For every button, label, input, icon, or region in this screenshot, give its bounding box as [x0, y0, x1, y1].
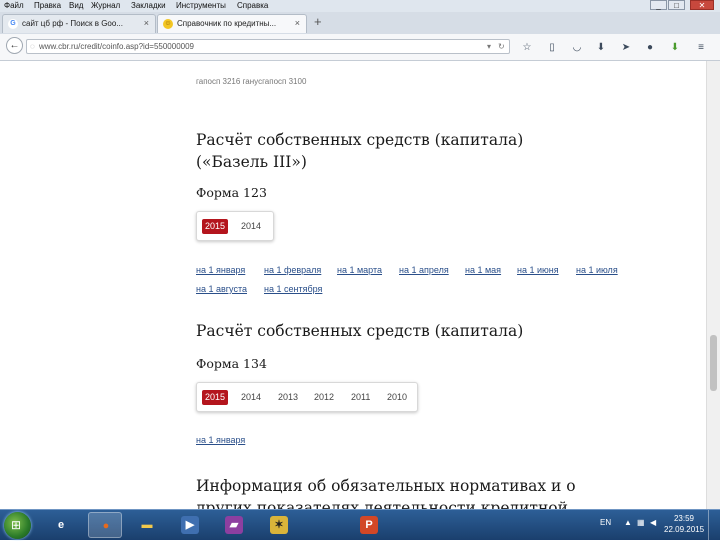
taskbar-paint[interactable]: ✶ [262, 512, 296, 538]
folder-icon: ▬ [141, 519, 153, 531]
year-tab-2015[interactable]: 2015 [202, 219, 229, 234]
google-icon: G [8, 19, 18, 29]
year-tab-2012[interactable]: 2012 [311, 390, 337, 405]
send-icon[interactable]: ➤ [619, 41, 633, 54]
powerpoint-icon: P [360, 516, 378, 534]
year-tab-2011[interactable]: 2011 [348, 390, 373, 405]
date-link[interactable]: на 1 марта [337, 264, 382, 276]
start-button[interactable]: ⊞ [4, 512, 31, 539]
language-indicator[interactable]: EN [600, 518, 611, 528]
clock[interactable]: 23:59 22.09.2015 [664, 513, 704, 535]
menu-tools[interactable]: Инструменты [176, 0, 226, 11]
tray-arrow-icon[interactable]: ▲ [624, 518, 632, 528]
taskbar-explorer[interactable]: ▬ [130, 512, 164, 538]
clock-date: 22.09.2015 [664, 525, 705, 534]
year-tab-2015[interactable]: 2015 [202, 390, 229, 405]
new-tab-button[interactable]: + [314, 14, 322, 30]
taskbar-firefox[interactable]: ● [88, 512, 122, 538]
menu-history[interactable]: Журнал [91, 0, 120, 11]
site-favicon-icon: ☺ [163, 19, 173, 29]
globe-icon: ◌ [30, 42, 35, 51]
ie-icon: e [57, 519, 65, 531]
url-bar[interactable]: ◌ www.cbr.ru/credit/coinfo.asp?id=550000… [26, 39, 510, 54]
date-link[interactable]: на 1 апреля [399, 264, 449, 276]
firefox-icon: ● [102, 520, 110, 532]
back-icon[interactable]: ← [6, 37, 23, 54]
faded-top-text: гапосп 3216 ганусгапосп 3100 [196, 77, 307, 86]
form-134-label: Форма 134 [196, 356, 267, 371]
date-link[interactable]: на 1 июля [576, 264, 618, 276]
tab-google-search[interactable]: G сайт цб рф - Поиск в Goo... × [2, 14, 156, 33]
vertical-scrollbar[interactable] [706, 61, 720, 509]
menu-icon[interactable]: ≡ [694, 41, 708, 54]
clipboard-icon[interactable]: ▯ [545, 41, 559, 54]
taskbar-powerpoint[interactable]: P [352, 512, 386, 538]
section-title-capital: Расчёт собственных средств (капитала) [196, 322, 524, 340]
section-title-basel-line1: Расчёт собственных средств (капитала) [196, 131, 524, 149]
scrollbar-thumb[interactable] [710, 335, 717, 391]
network-icon[interactable]: ▦ [637, 518, 645, 528]
year-tab-2013[interactable]: 2013 [275, 390, 301, 405]
tab-strip: G сайт цб рф - Поиск в Goo... × ☺ Справо… [0, 12, 720, 35]
windows-logo-icon: ⊞ [11, 518, 22, 532]
date-link[interactable]: на 1 января [196, 264, 245, 276]
menu-edit[interactable]: Правка [34, 0, 61, 11]
paint-icon: ✶ [270, 516, 288, 534]
tab-title: сайт цб рф - Поиск в Goo... [22, 19, 123, 28]
section-title-norms-line1: Информация об обязательных нормативах и … [196, 477, 576, 495]
navigation-bar: ← ◌ www.cbr.ru/credit/coinfo.asp?id=5500… [0, 34, 720, 61]
download-icon[interactable]: ⬇ [594, 41, 608, 54]
bookmark-star-icon[interactable]: ☆ [520, 41, 534, 54]
date-link[interactable]: на 1 февраля [264, 264, 321, 276]
year-selector-form-134: 2015 2014 2013 2012 2011 2010 [196, 382, 418, 412]
download-arrow-icon[interactable]: ⬇ [668, 41, 682, 54]
dropdown-icon[interactable]: ▾ [487, 41, 491, 53]
taskbar-ie[interactable]: e [44, 512, 78, 538]
close-tab-icon[interactable]: × [295, 18, 300, 29]
page-content: гапосп 3216 ганусгапосп 3100 Расчёт собс… [0, 61, 706, 509]
reload-icon[interactable]: ↻ [498, 41, 505, 53]
menu-bookmarks[interactable]: Закладки [131, 0, 166, 11]
section-title-basel-line2: («Базель III») [196, 153, 307, 171]
volume-icon[interactable]: ◀ [650, 518, 656, 528]
taskbar-media-player[interactable]: ▶ [173, 512, 207, 538]
media-player-icon: ▶ [181, 516, 199, 534]
date-link[interactable]: на 1 сентября [264, 283, 322, 295]
date-link[interactable]: на 1 августа [196, 283, 247, 295]
date-link[interactable]: на 1 января [196, 434, 245, 446]
menu-file[interactable]: Файл [4, 0, 24, 11]
minimize-button[interactable]: _ [650, 0, 667, 10]
close-tab-icon[interactable]: × [144, 18, 149, 29]
menu-view[interactable]: Вид [69, 0, 83, 11]
year-tab-2010[interactable]: 2010 [384, 390, 410, 405]
menu-bar: Файл Правка Вид Журнал Закладки Инструме… [0, 0, 720, 12]
date-link[interactable]: на 1 мая [465, 264, 501, 276]
year-selector-form-123: 2015 2014 [196, 211, 274, 241]
tab-title: Справочник по кредитны... [177, 19, 277, 28]
form-123-label: Форма 123 [196, 185, 267, 200]
winrar-icon: ▰ [225, 516, 243, 534]
url-text: www.cbr.ru/credit/coinfo.asp?id=55000000… [39, 42, 194, 51]
year-tab-2014[interactable]: 2014 [238, 390, 264, 405]
close-window-button[interactable]: ✕ [690, 0, 714, 10]
show-desktop-button[interactable] [708, 510, 720, 541]
menu-help[interactable]: Справка [237, 0, 268, 11]
taskbar: ⊞ e ● ▬ ▶ ▰ ✶ P EN ▲ ▦ ◀ 23:59 22.09.201… [0, 509, 720, 541]
date-link[interactable]: на 1 июня [517, 264, 559, 276]
section-title-norms-line2: других показателях деятельности кредитно… [196, 499, 568, 509]
clock-time: 23:59 [673, 514, 695, 523]
maximize-button[interactable]: □ [668, 0, 685, 10]
taskbar-winrar[interactable]: ▰ [217, 512, 251, 538]
tab-cbr-reference[interactable]: ☺ Справочник по кредитны... × [157, 14, 307, 33]
pocket-icon[interactable]: ◡ [570, 41, 584, 54]
year-tab-2014[interactable]: 2014 [238, 219, 264, 234]
chat-icon[interactable]: ● [643, 41, 657, 54]
